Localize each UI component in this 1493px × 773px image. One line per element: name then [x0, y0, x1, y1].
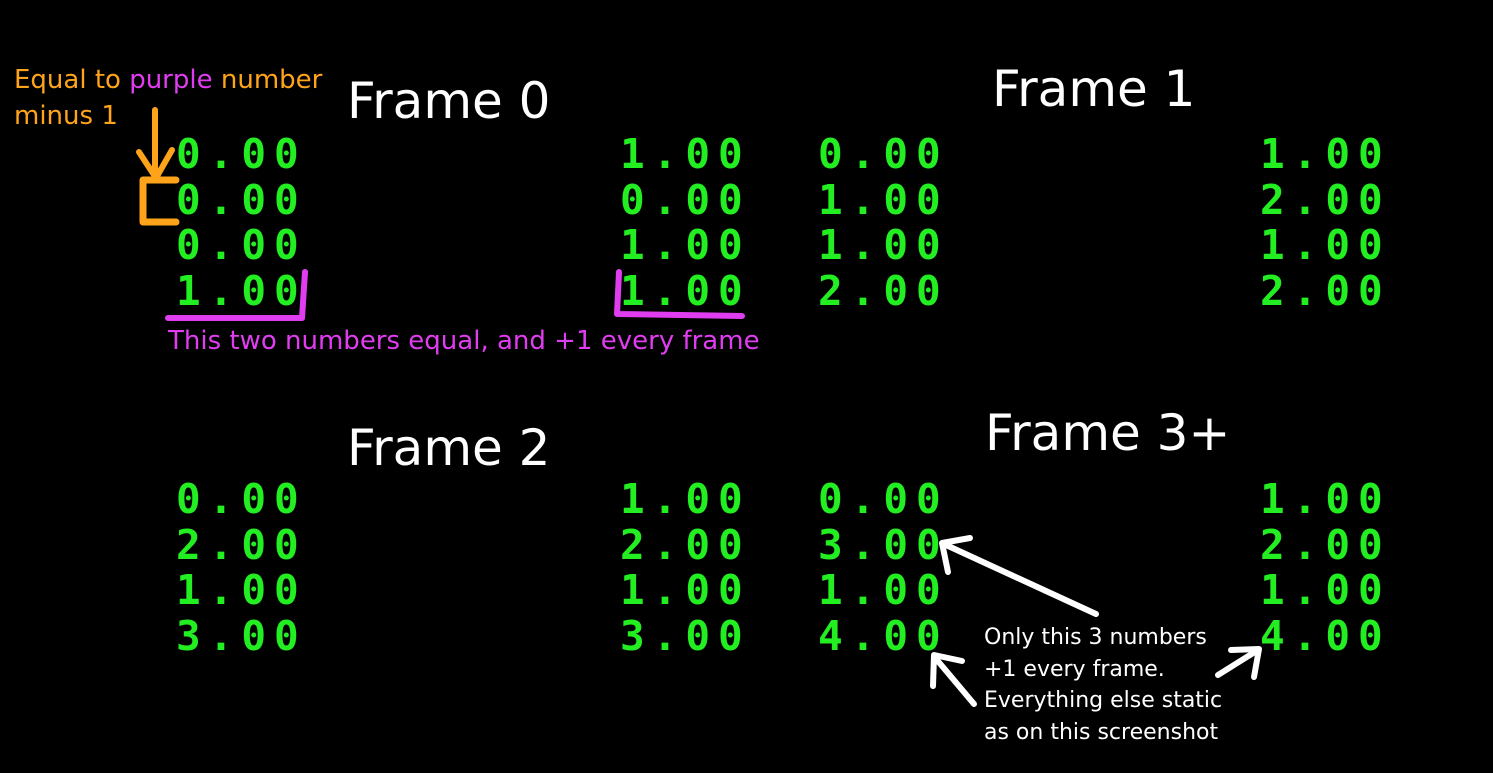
orange-bracket: [139, 176, 180, 226]
magenta-underline-right: [614, 269, 745, 319]
annotation-strokes: [136, 107, 1262, 707]
white-arrow-icon: [939, 535, 1099, 617]
white-arrow-icon: [930, 652, 977, 707]
magenta-underline-left: [165, 269, 308, 321]
orange-down-arrow-icon: [136, 107, 175, 181]
white-arrow-icon: [1215, 646, 1262, 680]
